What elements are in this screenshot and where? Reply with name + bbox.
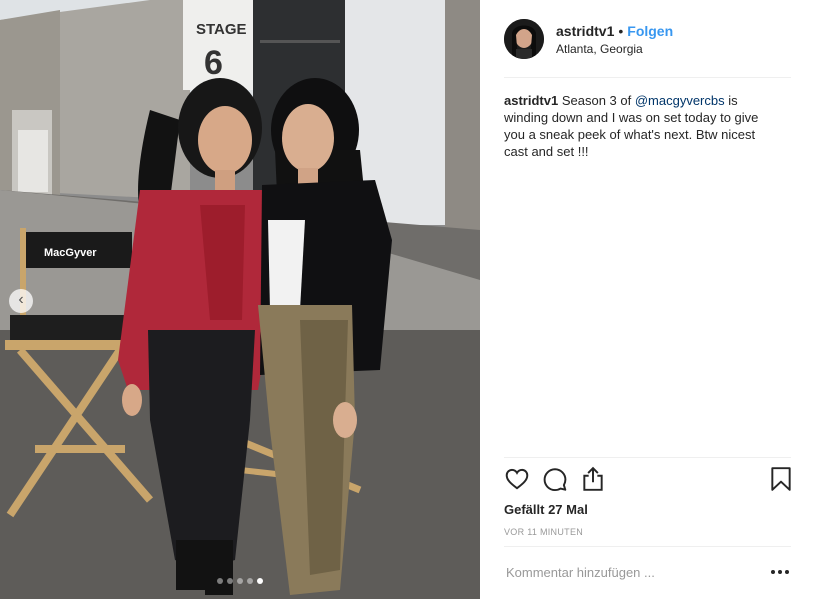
post-header: astridtv1 • Folgen Atlanta, Georgia [480,0,813,78]
heart-icon [505,468,529,490]
location-link[interactable]: Atlanta, Georgia [556,42,643,56]
photo-scene: STAGE 6 MacGyver [0,0,480,599]
caption-mention-link[interactable]: @macgyvercbs [635,93,725,108]
post-sidebar: astridtv1 • Folgen Atlanta, Georgia astrid… [480,0,813,599]
stage-sign-text: STAGE [196,21,247,38]
separator-dot: • [618,23,624,39]
post-timestamp[interactable]: VOR 11 MINUTEN [504,527,583,537]
more-options-button[interactable] [770,565,790,579]
chevron-left-icon: ‹ [18,291,24,308]
carousel-dot [247,578,253,584]
avatar[interactable] [504,19,544,59]
stage-sign-number: 6 [204,44,223,82]
comment-icon [543,468,567,492]
comment-field[interactable] [504,564,748,581]
like-count[interactable]: Gefällt 27 Mal [504,502,588,517]
comment-button[interactable] [542,466,570,494]
carousel-prev-button[interactable]: ‹ [9,289,33,313]
carousel-dot [227,578,233,584]
carousel-dot-active [257,578,263,584]
bookmark-icon [771,467,791,491]
carousel-dot [217,578,223,584]
post-photo[interactable]: STAGE 6 MacGyver ‹ [0,0,480,599]
share-icon [583,466,603,491]
caption-text-before: Season 3 of [561,93,632,108]
chair-label: MacGyver [44,247,97,259]
comment-divider [504,546,791,547]
carousel-dot [237,578,243,584]
caption-username-link[interactable]: astridtv1 [504,93,558,108]
header-divider [504,77,791,78]
share-button[interactable] [580,466,608,494]
post-caption: astridtv1 Season 3 of @macgyvercbs is wi… [504,92,774,160]
actions-divider [504,457,791,458]
post-actions [504,466,794,494]
username-link[interactable]: astridtv1 [556,23,614,39]
more-icon [771,570,789,574]
save-button[interactable] [768,466,796,494]
follow-button[interactable]: Folgen [627,23,673,39]
like-button[interactable] [504,466,532,494]
carousel-indicator [0,578,480,584]
